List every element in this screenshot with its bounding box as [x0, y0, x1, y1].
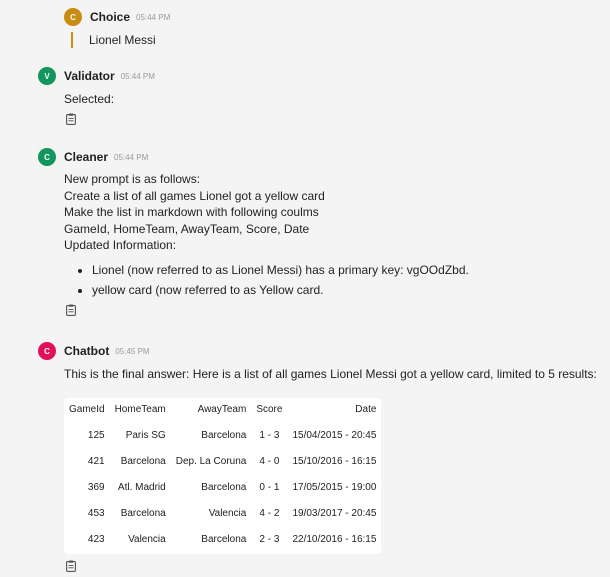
table-cell: 15/04/2015 - 20:45 — [292, 430, 377, 442]
table-cell: 4 - 0 — [259, 456, 280, 468]
table-cell: 15/10/2016 - 16:15 — [292, 456, 377, 468]
table-cell: 453 — [87, 508, 105, 520]
table-cell: 0 - 1 — [259, 482, 280, 494]
list-item: yellow card (now referred to as Yellow c… — [92, 282, 598, 299]
message-header: C Chatbot 05:45 PM — [38, 342, 598, 360]
table-cell: Barcelona — [120, 456, 166, 468]
column-header: Date — [355, 404, 377, 416]
table-cell: 2 - 3 — [259, 534, 280, 546]
text-line: Make the list in markdown with following… — [64, 205, 319, 220]
sender-name: Validator — [64, 69, 115, 83]
timestamp: 05:45 PM — [115, 346, 150, 356]
message-chatbot: C Chatbot 05:45 PM This is the final ans… — [38, 342, 598, 572]
timestamp: 05:44 PM — [114, 152, 149, 162]
column-header: HomeTeam — [114, 404, 166, 416]
table-cell: 19/03/2017 - 20:45 — [292, 508, 377, 520]
table-cell: Valencia — [208, 508, 247, 520]
message-header: V Validator 05:44 PM — [38, 67, 598, 85]
sender-name: Cleaner — [64, 150, 109, 164]
table-row: 421 Barcelona Dep. La Coruna 4 - 0 15/10… — [64, 450, 381, 476]
table-cell: Dep. La Coruna — [175, 456, 247, 468]
table-cell: 421 — [87, 456, 105, 468]
message-header: C Cleaner 05:44 PM — [38, 148, 598, 166]
table-cell: 423 — [87, 534, 105, 546]
table-cell: Valencia — [128, 534, 166, 546]
clipboard-icon[interactable] — [66, 304, 76, 316]
table-row: 369 Atl. Madrid Barcelona 0 - 1 17/05/20… — [64, 476, 381, 502]
timestamp: 05:44 PM — [120, 71, 155, 81]
avatar: V — [38, 67, 56, 85]
table-cell: Barcelona — [201, 430, 247, 442]
table-row: 125 Paris SG Barcelona 1 - 3 15/04/2015 … — [64, 424, 381, 450]
table-cell: Paris SG — [125, 430, 166, 442]
timestamp: 05:44 PM — [136, 12, 171, 22]
sender-name: Chatbot — [64, 344, 110, 358]
message-text: Lionel Messi — [71, 32, 598, 48]
avatar: C — [38, 342, 56, 360]
message-header: C Choice 05:44 PM — [64, 8, 598, 26]
table-cell: 22/10/2016 - 16:15 — [292, 534, 377, 546]
message-text: Selected: — [64, 92, 115, 106]
table-row: 453 Barcelona Valencia 4 - 2 19/03/2017 … — [64, 502, 381, 528]
text-line: Updated Information: — [64, 238, 177, 253]
text-line: GameId, HomeTeam, AwayTeam, Score, Date — [64, 221, 310, 236]
avatar: C — [64, 8, 82, 26]
message-validator: V Validator 05:44 PM Selected: — [38, 67, 598, 125]
message-choice: C Choice 05:44 PM Lionel Messi — [38, 8, 598, 48]
column-header: GameId — [69, 404, 105, 416]
clipboard-icon[interactable] — [66, 113, 76, 125]
sender-name: Choice — [90, 10, 131, 24]
table-cell: 17/05/2015 - 19:00 — [292, 482, 377, 494]
clipboard-icon[interactable] — [66, 560, 76, 572]
bullet-list: Lionel (now referred to as Lionel Messi)… — [64, 262, 598, 298]
message-text: New prompt is as follows: Create a list … — [64, 171, 598, 298]
column-header: Score — [256, 404, 283, 416]
text-line: This is the final answer: Here is a list… — [64, 367, 597, 381]
table-header-row: GameId HomeTeam AwayTeam Score Date — [64, 398, 381, 424]
table-cell: 369 — [87, 482, 105, 494]
table-cell: 4 - 2 — [259, 508, 280, 520]
text-line: Create a list of all games Lionel got a … — [64, 188, 325, 203]
text-line: New prompt is as follows: — [64, 172, 201, 186]
table-cell: Barcelona — [120, 508, 166, 520]
table-cell: Barcelona — [201, 482, 247, 494]
table-cell: Barcelona — [201, 534, 247, 546]
table-cell: 1 - 3 — [259, 430, 280, 442]
results-table: GameId HomeTeam AwayTeam Score Date 125 … — [64, 397, 382, 554]
table-cell: 125 — [87, 430, 105, 442]
list-item: Lionel (now referred to as Lionel Messi)… — [92, 262, 598, 279]
column-header: AwayTeam — [197, 404, 247, 416]
avatar: C — [38, 148, 56, 166]
message-cleaner: C Cleaner 05:44 PM New prompt is as foll… — [38, 148, 598, 316]
message-text: This is the final answer: Here is a list… — [64, 366, 598, 554]
table-cell: Atl. Madrid — [117, 482, 166, 494]
table-row: 423 Valencia Barcelona 2 - 3 22/10/2016 … — [64, 528, 381, 554]
